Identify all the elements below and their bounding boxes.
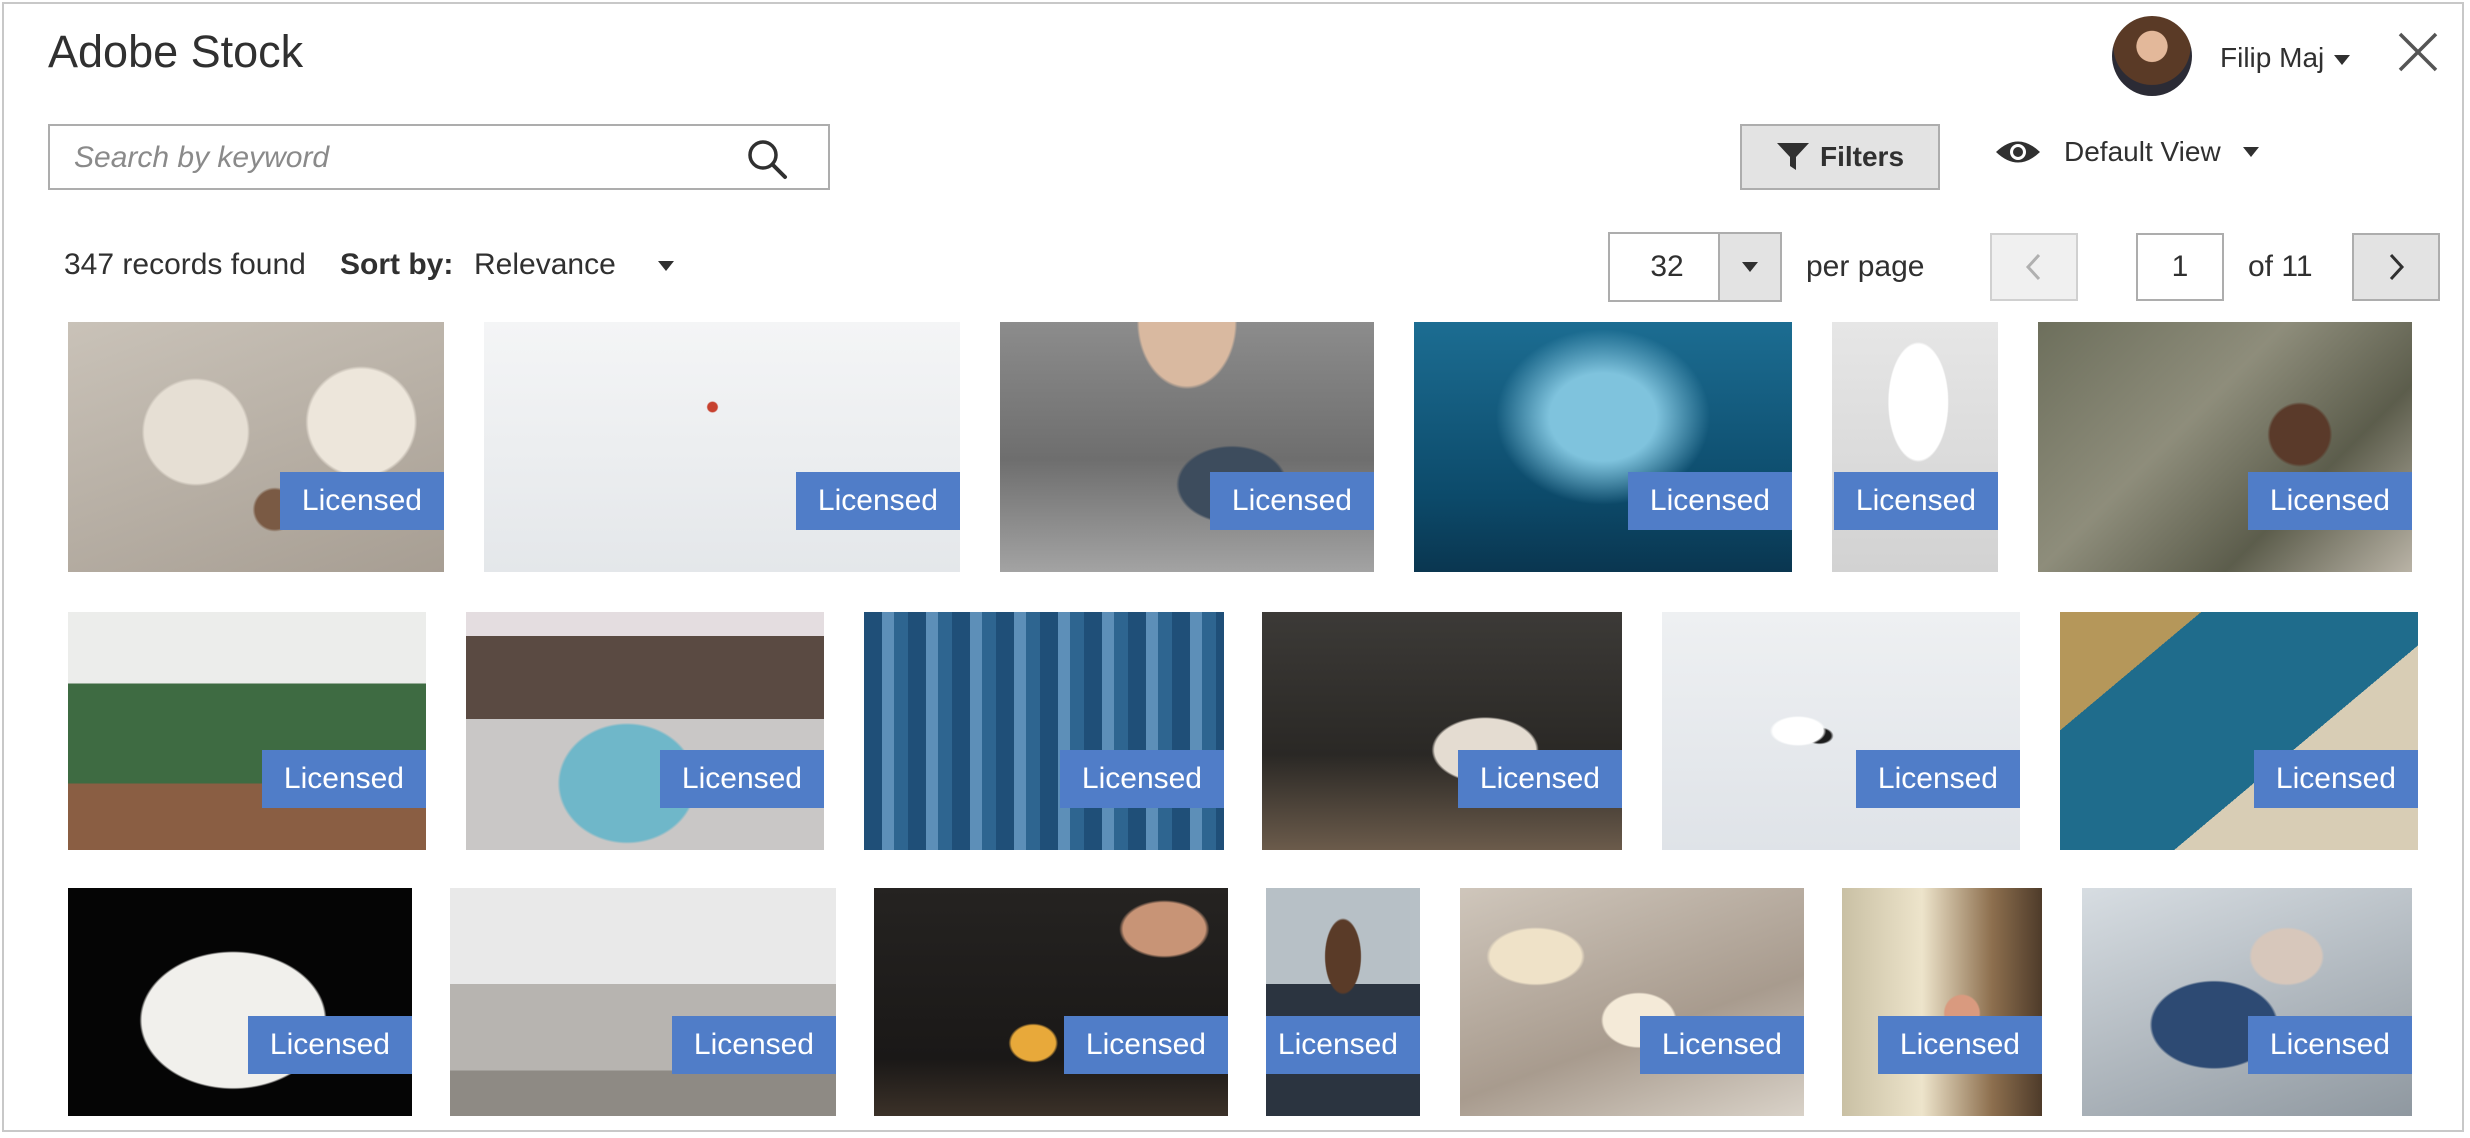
per-page-label: per page <box>1806 250 1925 283</box>
search-icon[interactable] <box>746 138 788 180</box>
licensed-badge: Licensed <box>1457 750 1622 808</box>
image-tile[interactable]: Licensed <box>1266 888 1420 1116</box>
next-page-button[interactable] <box>2352 233 2440 301</box>
licensed-badge: Licensed <box>2247 1016 2412 1074</box>
image-tile[interactable]: Licensed <box>2082 888 2412 1116</box>
licensed-badge: Licensed <box>1266 1016 1420 1074</box>
image-tile[interactable]: Licensed <box>68 612 426 850</box>
licensed-badge: Licensed <box>1855 750 2020 808</box>
user-name[interactable]: Filip Maj <box>2220 42 2324 74</box>
view-selector[interactable]: Default View <box>1994 136 2259 168</box>
image-tile[interactable]: Licensed <box>864 612 1224 850</box>
view-label: Default View <box>2064 136 2221 167</box>
filters-label: Filters <box>1819 141 1905 172</box>
sort-select[interactable]: Relevance <box>474 248 616 282</box>
image-tile[interactable]: Licensed <box>466 612 824 850</box>
image-tile[interactable]: Licensed <box>1262 612 1622 850</box>
licensed-badge: Licensed <box>2247 472 2412 530</box>
licensed-badge: Licensed <box>1059 750 1224 808</box>
licensed-badge: Licensed <box>1639 1016 1804 1074</box>
licensed-badge: Licensed <box>795 472 960 530</box>
chevron-down-icon <box>2242 147 2259 157</box>
licensed-badge: Licensed <box>671 1016 836 1074</box>
per-page-value[interactable]: 32 <box>1610 234 1724 300</box>
total-pages: of 11 <box>2248 250 2313 283</box>
eye-icon <box>1996 141 2040 163</box>
image-tile[interactable]: Licensed <box>68 322 444 572</box>
image-tile[interactable]: Licensed <box>450 888 836 1116</box>
image-tile[interactable]: Licensed <box>874 888 1228 1116</box>
image-tile[interactable]: Licensed <box>1662 612 2020 850</box>
filter-icon <box>1776 143 1809 170</box>
licensed-badge: Licensed <box>659 750 824 808</box>
image-tile[interactable]: Licensed <box>1414 322 1792 572</box>
image-tile[interactable]: Licensed <box>2060 612 2418 850</box>
licensed-badge: Licensed <box>1627 472 1792 530</box>
filters-button[interactable]: Filters <box>1740 124 1940 190</box>
licensed-badge: Licensed <box>247 1016 412 1074</box>
licensed-badge: Licensed <box>279 472 444 530</box>
image-tile[interactable]: Licensed <box>1000 322 1374 572</box>
chevron-right-icon <box>2389 253 2405 281</box>
chevron-down-icon[interactable] <box>658 261 674 271</box>
close-icon[interactable] <box>2396 30 2440 74</box>
image-tile[interactable]: Licensed <box>1460 888 1804 1116</box>
page-number-input[interactable]: 1 <box>2136 233 2224 301</box>
avatar[interactable] <box>2112 16 2192 96</box>
licensed-badge: Licensed <box>1833 472 1998 530</box>
sort-label: Sort by: <box>340 248 454 281</box>
image-tile[interactable]: Licensed <box>484 322 960 572</box>
chevron-down-icon[interactable] <box>2334 55 2350 65</box>
licensed-badge: Licensed <box>261 750 426 808</box>
image-tile[interactable]: Licensed <box>68 888 412 1116</box>
search-box <box>48 124 830 190</box>
page-title: Adobe Stock <box>48 26 304 77</box>
licensed-badge: Licensed <box>1209 472 1374 530</box>
chevron-left-icon <box>2025 253 2041 281</box>
records-count: 347 records found <box>64 248 306 281</box>
per-page-toggle[interactable] <box>1718 234 1780 300</box>
search-input[interactable] <box>72 126 736 190</box>
licensed-badge: Licensed <box>1063 1016 1228 1074</box>
per-page-select[interactable]: 32 <box>1608 232 1782 302</box>
licensed-badge: Licensed <box>1877 1016 2042 1074</box>
chevron-down-icon <box>1742 262 1758 272</box>
image-tile[interactable]: Licensed <box>1842 888 2042 1116</box>
image-tile[interactable]: Licensed <box>2038 322 2412 572</box>
licensed-badge: Licensed <box>2253 750 2418 808</box>
previous-page-button[interactable] <box>1990 233 2078 301</box>
image-tile[interactable]: Licensed <box>1832 322 1998 572</box>
